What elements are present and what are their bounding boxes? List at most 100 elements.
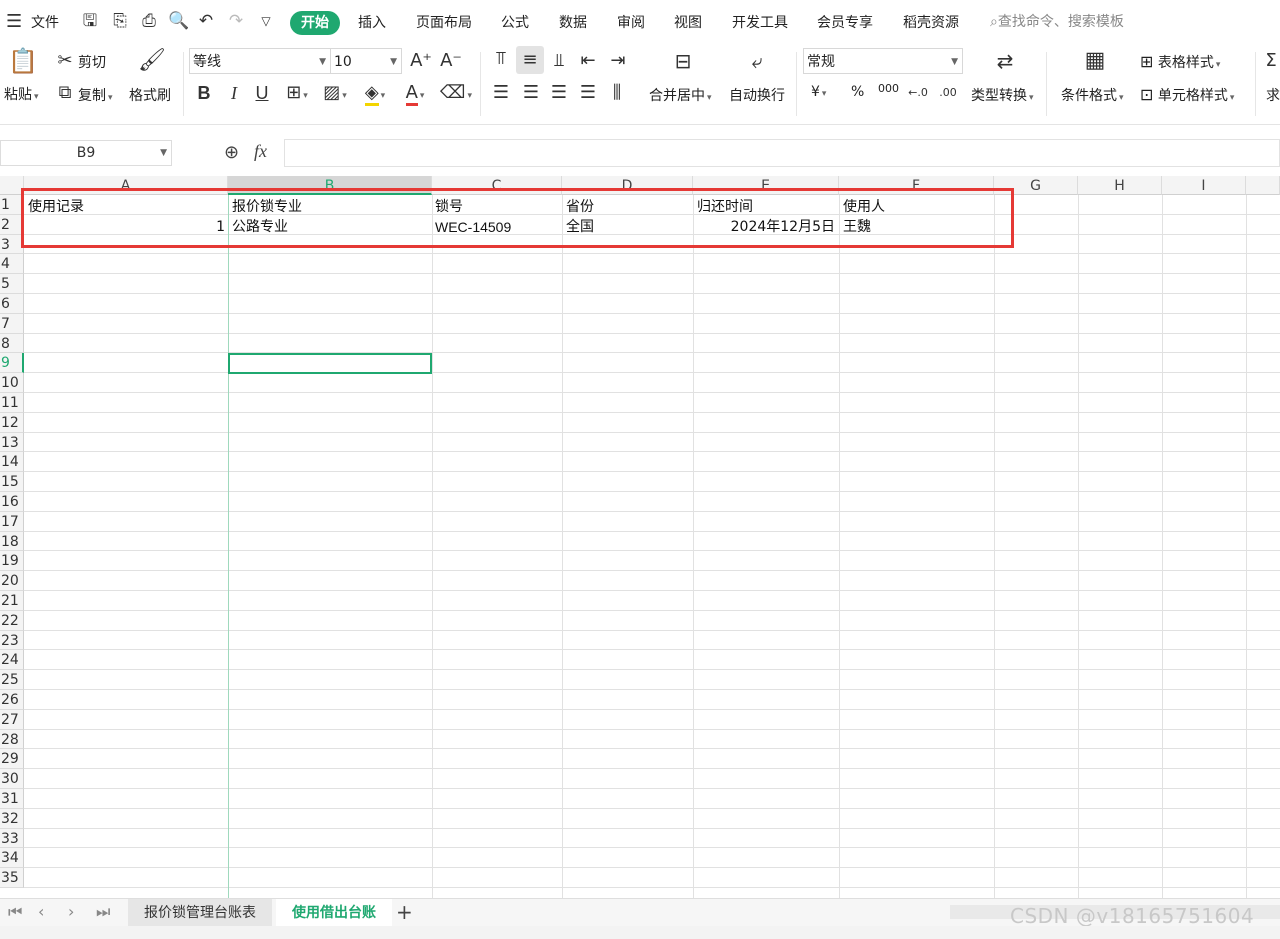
menu-icon[interactable]: ☰	[6, 11, 22, 32]
next-sheet-icon[interactable]: ›	[68, 902, 74, 921]
paste-icon[interactable]: 📋	[8, 49, 38, 73]
table-style-button[interactable]: ⊞ 表格样式 ▾	[1140, 52, 1220, 72]
decrease-font-icon[interactable]: A⁻	[440, 50, 462, 72]
distributed-icon[interactable]: ⫼	[606, 82, 628, 104]
type-convert-button[interactable]: 类型转换 ▾	[971, 85, 1034, 105]
increase-indent-icon[interactable]: ⇥	[606, 50, 630, 72]
row-header-26[interactable]: 26	[0, 690, 24, 710]
format-painter-icon[interactable]: 🖌	[138, 50, 166, 72]
row-header-17[interactable]: 17	[0, 511, 24, 532]
row-header-10[interactable]: 10	[0, 373, 24, 393]
row-header-29[interactable]: 29	[0, 749, 24, 770]
merge-center-icon[interactable]: ⊟	[668, 50, 698, 72]
tab-data[interactable]: 数据	[559, 12, 587, 32]
fill-pattern-icon[interactable]: ▨ ▾	[320, 82, 350, 107]
justify-icon[interactable]: ☰	[577, 82, 599, 104]
thousands-separator-button[interactable]: 000	[878, 82, 899, 95]
row-header-5[interactable]: 5	[0, 274, 24, 294]
row-header-8[interactable]: 8	[0, 333, 24, 354]
type-convert-icon[interactable]: ⇄	[990, 50, 1020, 72]
sum-icon[interactable]: Σ	[1262, 50, 1280, 72]
row-header-11[interactable]: 11	[0, 393, 24, 413]
sum-button[interactable]: 求	[1266, 85, 1280, 105]
align-right-icon[interactable]: ☰	[548, 82, 570, 104]
active-cell-b9[interactable]	[228, 353, 432, 375]
sheet-tab-quote-lock-ledger[interactable]: 报价锁管理台账表	[128, 899, 272, 927]
row-header-20[interactable]: 20	[0, 571, 24, 591]
row-header-27[interactable]: 27	[0, 709, 24, 730]
conditional-format-icon[interactable]: ▦	[1080, 50, 1110, 72]
align-center-icon[interactable]: ☰	[520, 82, 542, 104]
font-color-icon[interactable]: A ▾	[400, 82, 430, 107]
row-header-4[interactable]: 4	[0, 254, 24, 275]
add-sheet-icon[interactable]: +	[396, 900, 413, 924]
command-search[interactable]: ⌕查找命令、搜索模板	[990, 11, 1124, 31]
row-header-21[interactable]: 21	[0, 591, 24, 611]
row-header-33[interactable]: 33	[0, 828, 24, 849]
font-name-select[interactable]: 等线 ▼	[189, 48, 331, 74]
fx-button[interactable]: fx	[254, 141, 267, 162]
print-preview-icon[interactable]: 🔍	[168, 11, 189, 31]
tab-home[interactable]: 开始	[290, 11, 340, 35]
export-pdf-icon[interactable]: ⎘	[110, 11, 130, 31]
row-header-32[interactable]: 32	[0, 808, 24, 829]
spreadsheet-grid[interactable]: A B C D E F G H I 1 2 3 4 5 6 7 8 9 10 11 12 13 14 15 1…	[0, 176, 1280, 898]
tab-view[interactable]: 视图	[674, 12, 702, 32]
eraser-icon[interactable]: ⌫ ▾	[440, 82, 472, 107]
row-header-7[interactable]: 7	[0, 313, 24, 334]
tab-review[interactable]: 审阅	[617, 12, 645, 32]
row-header-34[interactable]: 34	[0, 848, 24, 869]
row-header-28[interactable]: 28	[0, 729, 24, 750]
fill-color-icon[interactable]: ◈ ▾	[360, 82, 390, 107]
row-header-13[interactable]: 13	[0, 432, 24, 453]
tab-docer[interactable]: 稻壳资源	[903, 12, 959, 32]
prev-sheet-icon[interactable]: ‹	[38, 902, 44, 921]
conditional-format-button[interactable]: 条件格式 ▾	[1061, 85, 1124, 105]
bold-icon[interactable]: B	[194, 82, 214, 104]
row-header-23[interactable]: 23	[0, 630, 24, 651]
merge-center-button[interactable]: 合并居中 ▾	[649, 85, 712, 105]
wrap-text-icon[interactable]: ⤶	[744, 50, 770, 72]
paste-button[interactable]: 粘贴 ▾	[4, 84, 39, 104]
redo-icon[interactable]: ↷	[226, 11, 246, 31]
row-header-30[interactable]: 30	[0, 769, 24, 789]
first-sheet-icon[interactable]: ⏮	[8, 902, 22, 922]
formula-input[interactable]	[284, 139, 1280, 167]
tab-formulas[interactable]: 公式	[501, 12, 529, 32]
undo-icon[interactable]: ↶	[196, 11, 216, 31]
row-header-14[interactable]: 14	[0, 452, 24, 473]
tab-member[interactable]: 会员专享	[817, 12, 873, 32]
last-sheet-icon[interactable]: ⏭	[96, 902, 110, 922]
currency-button[interactable]: ¥ ▾	[811, 84, 826, 100]
zoom-icon[interactable]: ⊕	[224, 142, 239, 163]
row-header-15[interactable]: 15	[0, 472, 24, 492]
row-header-19[interactable]: 19	[0, 551, 24, 572]
cut-button[interactable]: 剪切	[78, 52, 106, 72]
cell-style-button[interactable]: ⊡ 单元格样式 ▾	[1140, 85, 1234, 105]
percent-button[interactable]: %	[851, 84, 864, 100]
decrease-indent-icon[interactable]: ⇤	[576, 50, 600, 72]
file-menu[interactable]: 文件	[31, 12, 59, 32]
decrease-decimal-icon[interactable]: .00	[936, 82, 960, 104]
underline-icon[interactable]: U	[252, 82, 272, 104]
copy-button[interactable]: 复制 ▾	[78, 85, 113, 105]
wrap-text-button[interactable]: 自动换行	[729, 85, 785, 105]
align-bottom-icon[interactable]: ⫫	[548, 50, 570, 72]
row-header-9[interactable]: 9	[0, 353, 24, 374]
sheet-tab-usage-ledger[interactable]: 使用借出台账	[276, 899, 392, 927]
tab-developer[interactable]: 开发工具	[732, 12, 788, 32]
row-header-25[interactable]: 25	[0, 670, 24, 690]
increase-font-icon[interactable]: A⁺	[410, 50, 432, 72]
save-icon[interactable]: 🖫	[80, 11, 100, 31]
align-left-icon[interactable]: ☰	[490, 82, 512, 104]
increase-decimal-icon[interactable]: ←.0	[906, 82, 930, 104]
row-header-31[interactable]: 31	[0, 789, 24, 809]
tab-insert[interactable]: 插入	[358, 12, 386, 32]
number-format-select[interactable]: 常规 ▼	[803, 48, 963, 74]
align-middle-icon[interactable]: ≡	[516, 46, 544, 74]
row-header-16[interactable]: 16	[0, 492, 24, 512]
italic-icon[interactable]: I	[224, 82, 244, 104]
format-painter-button[interactable]: 格式刷	[129, 85, 171, 105]
font-size-select[interactable]: 10 ▼	[330, 48, 402, 74]
align-top-icon[interactable]: ⫪	[490, 48, 512, 70]
